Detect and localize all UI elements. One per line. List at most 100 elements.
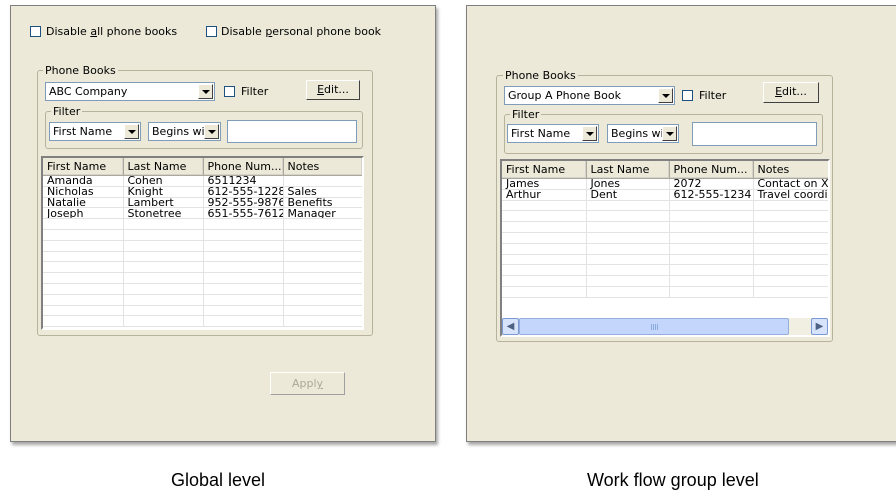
cell-phone: 612-555-1228 — [203, 186, 284, 198]
table-row — [43, 283, 362, 295]
disable-personal-phonebook-label: Disable personal phone book — [221, 25, 382, 38]
table-row — [502, 243, 828, 255]
disable-personal-phonebook-checkbox[interactable] — [206, 26, 217, 37]
filter-operator-select[interactable]: Begins wit — [148, 122, 221, 141]
workflow-group-level-caption: Work flow group level — [587, 470, 759, 490]
filter-checkbox-label: Filter — [699, 89, 727, 102]
cell-notes: Manager — [283, 207, 362, 220]
table-row — [502, 232, 828, 244]
edit-button[interactable]: Edit... — [306, 80, 360, 100]
cell-phone: 6511234 — [203, 175, 284, 187]
cell-phone: 952-555-9876 — [203, 197, 284, 209]
table-row[interactable]: Natalie Lambert 952-555-9876 Benefits — [43, 197, 362, 209]
column-header-phone[interactable]: Phone Num... — [669, 161, 754, 179]
cell-first-name: Arthur — [502, 189, 587, 201]
grip-icon — [651, 324, 659, 330]
phonebook-select-value: ABC Company — [49, 85, 128, 98]
scrollbar-thumb[interactable] — [519, 318, 789, 335]
cell-last-name: Cohen — [123, 175, 204, 187]
chevron-down-icon[interactable] — [198, 84, 213, 99]
filter-field-select[interactable]: First Name — [507, 124, 599, 143]
table-row[interactable]: Nicholas Knight 612-555-1228 Sales — [43, 186, 362, 198]
table-row — [502, 264, 828, 277]
cell-first-name: Joseph — [43, 207, 124, 220]
table-row — [502, 275, 828, 287]
phonebook-select[interactable]: ABC Company — [45, 82, 215, 101]
cell-last-name: Knight — [123, 186, 204, 198]
table-row[interactable]: Amanda Cohen 6511234 — [43, 175, 362, 187]
cell-first-name: Amanda — [43, 175, 124, 187]
cell-phone: 2072 — [669, 178, 754, 190]
table-header-row: First Name Last Name Phone Num... Notes — [502, 161, 828, 179]
table-row — [43, 305, 362, 317]
filter-field-value: First Name — [511, 127, 571, 140]
disable-all-phonebooks-checkbox[interactable] — [30, 26, 41, 37]
phonebook-select-value: Group A Phone Book — [508, 89, 621, 102]
column-header-first-name[interactable]: First Name — [43, 158, 124, 176]
cell-first-name: Nicholas — [43, 186, 124, 198]
filter-field-value: First Name — [53, 125, 113, 138]
table-header-row: First Name Last Name Phone Num... Notes — [43, 158, 362, 176]
table-row[interactable]: Arthur Dent 612-555-1234 Travel coordina… — [502, 189, 828, 201]
phonebooks-legend: Phone Books — [43, 64, 118, 77]
filter-value-input[interactable] — [227, 120, 357, 143]
table-row — [502, 221, 828, 233]
horizontal-scrollbar[interactable]: ◀ ▶ — [502, 318, 828, 335]
edit-button[interactable]: Edit... — [763, 82, 819, 103]
chevron-down-icon[interactable] — [662, 126, 677, 141]
filter-operator-value: Begins wit — [152, 125, 204, 138]
global-level-caption: Global level — [171, 470, 266, 490]
filter-legend: Filter — [51, 105, 83, 118]
apply-button[interactable]: Apply — [270, 372, 345, 395]
table-row — [502, 210, 828, 223]
filter-checkbox-label: Filter — [241, 85, 269, 98]
contacts-table: First Name Last Name Phone Num... Notes … — [502, 161, 828, 298]
cell-phone: 612-555-1234 — [669, 189, 754, 201]
phonebook-select[interactable]: Group A Phone Book — [504, 86, 675, 105]
table-row — [43, 218, 362, 230]
table-row[interactable]: James Jones 2072 Contact on XYZ — [502, 178, 828, 190]
contacts-list[interactable]: First Name Last Name Phone Num... Notes … — [500, 159, 830, 337]
cell-notes: Benefits — [283, 197, 362, 209]
filter-checkbox[interactable] — [224, 86, 235, 97]
chevron-down-icon[interactable] — [582, 126, 597, 141]
filter-operator-select[interactable]: Begins wit — [607, 124, 679, 143]
workflow-group-settings-panel: Phone Books Group A Phone Book Filter Ed… — [466, 5, 896, 442]
chevron-down-icon[interactable] — [124, 124, 139, 139]
table-row — [43, 315, 362, 328]
table-row[interactable]: Joseph Stonetree 651-555-7612 Manager — [43, 207, 362, 220]
table-row — [43, 240, 362, 252]
column-header-first-name[interactable]: First Name — [502, 161, 587, 179]
filter-field-select[interactable]: First Name — [49, 122, 141, 141]
scroll-right-icon[interactable]: ▶ — [811, 318, 828, 335]
table-row — [43, 272, 362, 284]
cell-last-name: Lambert — [123, 197, 204, 209]
disable-all-phonebooks-label: Disable all phone books — [46, 25, 178, 38]
cell-first-name: James — [502, 178, 587, 190]
cell-notes: Contact on XYZ — [753, 178, 828, 190]
column-header-notes[interactable]: Notes — [753, 161, 828, 179]
phonebooks-legend: Phone Books — [503, 69, 578, 82]
cell-last-name: Dent — [586, 189, 670, 201]
global-settings-panel: Disable all phone books Disable personal… — [10, 5, 436, 442]
chevron-down-icon[interactable] — [658, 88, 673, 103]
scroll-left-icon[interactable]: ◀ — [502, 318, 519, 335]
table-row — [502, 286, 828, 298]
filter-value-input[interactable] — [692, 122, 817, 146]
column-header-last-name[interactable]: Last Name — [586, 161, 670, 179]
cell-first-name: Natalie — [43, 197, 124, 209]
contacts-list[interactable]: First Name Last Name Phone Num... Notes … — [41, 156, 364, 330]
column-header-phone[interactable]: Phone Num... — [203, 158, 284, 176]
filter-checkbox[interactable] — [682, 90, 693, 101]
table-row — [43, 261, 362, 274]
cell-phone: 651-555-7612 — [203, 207, 284, 220]
table-row — [43, 229, 362, 241]
table-row — [502, 254, 828, 266]
contacts-table: First Name Last Name Phone Num... Notes … — [43, 158, 362, 328]
cell-last-name: Stonetree — [123, 207, 204, 220]
cell-notes: Sales — [283, 186, 362, 198]
cell-notes: Travel coordinator — [753, 189, 828, 201]
column-header-notes[interactable]: Notes — [283, 158, 362, 176]
column-header-last-name[interactable]: Last Name — [123, 158, 204, 176]
chevron-down-icon[interactable] — [204, 124, 219, 139]
